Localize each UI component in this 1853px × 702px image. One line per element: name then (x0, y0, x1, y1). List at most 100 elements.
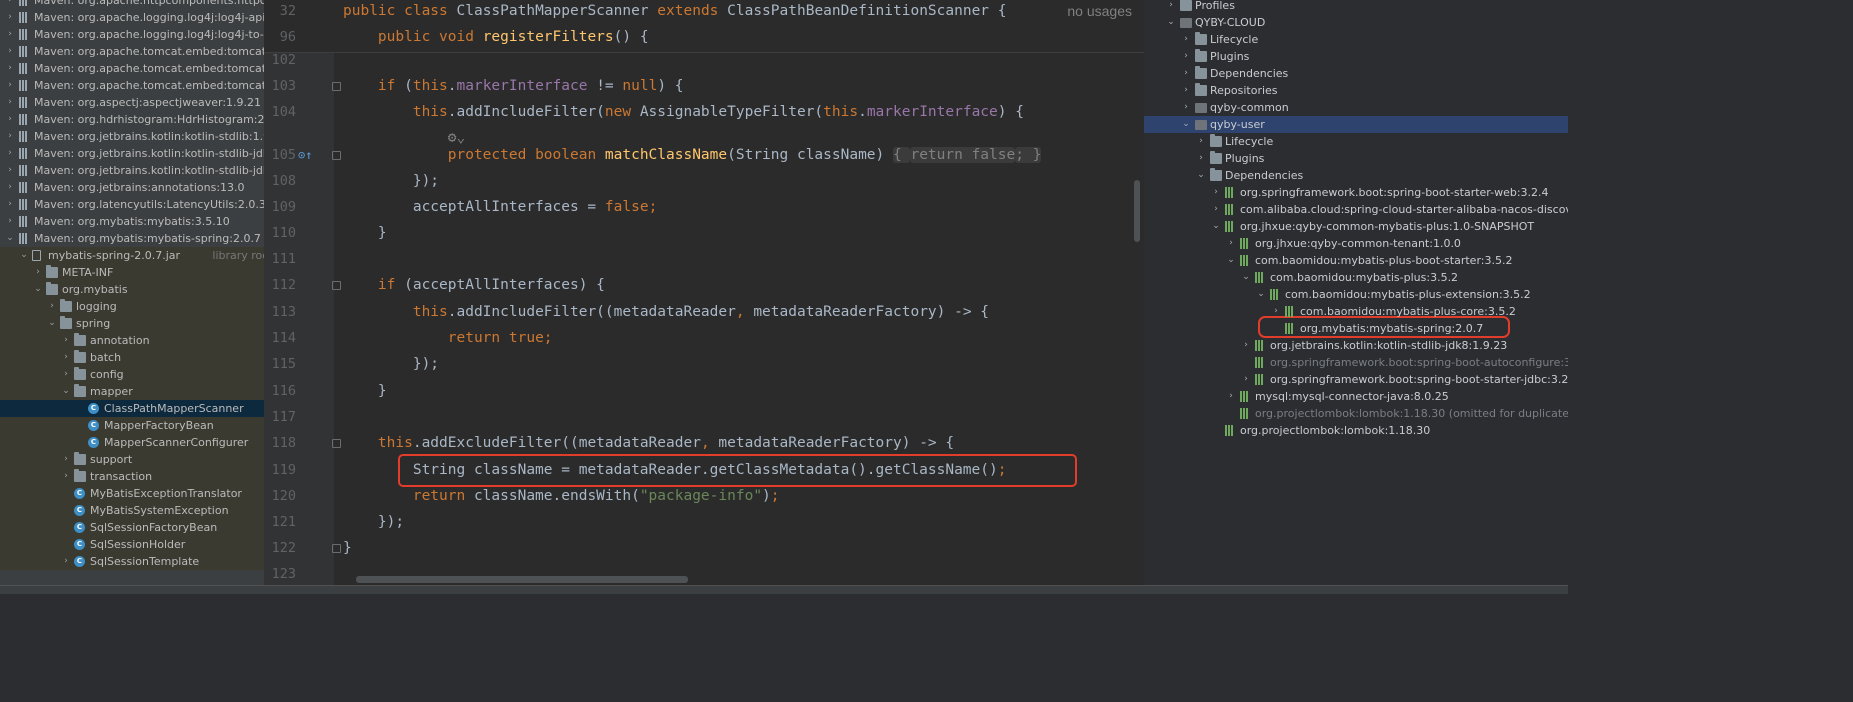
chevron-right-icon[interactable]: › (4, 0, 16, 9)
chevron-down-icon[interactable]: ⌄ (1180, 116, 1192, 133)
tree-row[interactable]: › Maven: org.latencyutils:LatencyUtils:2.… (0, 196, 264, 213)
maven-tree-row[interactable]: › Lifecycle (1144, 133, 1568, 150)
tree-row[interactable]: › META-INF (0, 264, 264, 281)
chevron-right-icon[interactable]: › (32, 264, 44, 281)
maven-tree-row[interactable]: › Plugins (1144, 48, 1568, 65)
tree-row[interactable]: C SqlSessionHolder (0, 536, 264, 553)
tree-row[interactable]: › support (0, 451, 264, 468)
tree-row[interactable]: › transaction (0, 468, 264, 485)
maven-tree-row[interactable]: › org.springframework.boot:spring-boot-st… (1144, 184, 1568, 201)
chevron-right-icon[interactable]: › (4, 43, 16, 60)
chevron-right-icon[interactable]: › (60, 468, 72, 485)
horizontal-scrollbar[interactable] (356, 576, 688, 583)
chevron-right-icon[interactable]: › (1180, 82, 1192, 99)
chevron-down-icon[interactable]: ⌄ (32, 281, 44, 298)
fold-marker-icon[interactable] (332, 544, 341, 553)
chevron-right-icon[interactable]: › (46, 298, 58, 315)
chevron-right-icon[interactable]: › (4, 26, 16, 43)
tree-row[interactable]: › C SqlSessionTemplate (0, 553, 264, 570)
chevron-down-icon[interactable]: ⌄ (1240, 269, 1252, 286)
chevron-down-icon[interactable]: ⌄ (46, 315, 58, 332)
maven-tree-row[interactable]: org.projectlombok:lombok:1.18.30 (1144, 422, 1568, 439)
tree-row[interactable]: C SqlSessionFactoryBean (0, 519, 264, 536)
fold-marker-icon[interactable] (332, 151, 341, 160)
chevron-right-icon[interactable]: › (60, 451, 72, 468)
tree-row[interactable]: ⌄ spring (0, 315, 264, 332)
chevron-down-icon[interactable]: ⌄ (1195, 167, 1207, 184)
chevron-down-icon[interactable]: ⌄ (1255, 286, 1267, 303)
tree-row[interactable]: › Maven: org.jetbrains.kotlin:kotlin-stdl… (0, 128, 264, 145)
tree-row[interactable]: › Maven: org.apache.httpcomponents:httpco… (0, 0, 264, 9)
tree-row[interactable]: › Maven: org.apache.tomcat.embed:tomcat-e… (0, 77, 264, 94)
chevron-right-icon[interactable]: › (4, 60, 16, 77)
chevron-right-icon[interactable]: › (60, 553, 72, 570)
code-editor[interactable]: 102 103 if (this.markerInterface != null)… (264, 0, 1144, 585)
chevron-right-icon[interactable]: › (4, 162, 16, 179)
chevron-right-icon[interactable]: › (4, 196, 16, 213)
maven-tree-row[interactable]: › Profiles (1144, 0, 1568, 14)
maven-tree-row[interactable]: › com.baomidou:mybatis-plus-core:3.5.2 (1144, 303, 1568, 320)
chevron-right-icon[interactable]: › (4, 128, 16, 145)
chevron-right-icon[interactable]: › (60, 366, 72, 383)
maven-tree-row[interactable]: ⌄ com.baomidou:mybatis-plus-boot-starter:… (1144, 252, 1568, 269)
chevron-right-icon[interactable]: › (4, 9, 16, 26)
chevron-right-icon[interactable]: › (1180, 99, 1192, 116)
maven-tree-row[interactable]: ⌄ QYBY-CLOUD (1144, 14, 1568, 31)
chevron-right-icon[interactable]: › (4, 179, 16, 196)
chevron-right-icon[interactable]: › (1240, 337, 1252, 354)
maven-tree-row[interactable]: › com.alibaba.cloud:spring-cloud-starter-… (1144, 201, 1568, 218)
tree-row[interactable]: ⌄ org.mybatis (0, 281, 264, 298)
maven-tree-row[interactable]: org.projectlombok:lombok:1.18.30 (omitte… (1144, 405, 1568, 422)
tree-row[interactable]: › config (0, 366, 264, 383)
folded-region-inlay[interactable]: { (893, 147, 911, 163)
maven-tree-row[interactable]: › Lifecycle (1144, 31, 1568, 48)
chevron-down-icon[interactable]: ⌄ (18, 247, 30, 264)
maven-tree-row[interactable]: › Repositories (1144, 82, 1568, 99)
chevron-right-icon[interactable]: › (4, 111, 16, 128)
tree-row[interactable]: ⌄ mapper (0, 383, 264, 400)
maven-tree-row[interactable]: › Dependencies (1144, 65, 1568, 82)
maven-tree-row[interactable]: ⌄ com.baomidou:mybatis-plus:3.5.2 (1144, 269, 1568, 286)
chevron-right-icon[interactable]: › (1195, 133, 1207, 150)
override-gutter-icon[interactable]: ⊙↑ (298, 142, 312, 168)
maven-tree-row[interactable]: › Plugins (1144, 150, 1568, 167)
tree-row[interactable]: › Maven: org.aspectj:aspectjweaver:1.9.21 (0, 94, 264, 111)
maven-tree-row[interactable]: org.mybatis:mybatis-spring:2.0.7 (1144, 320, 1568, 337)
tree-row[interactable]: › batch (0, 349, 264, 366)
tree-row[interactable]: › annotation (0, 332, 264, 349)
tree-row[interactable]: › Maven: org.hdrhistogram:HdrHistogram:2.… (0, 111, 264, 128)
maven-tree-row[interactable]: › qyby-common (1144, 99, 1568, 116)
maven-tool-panel[interactable]: › Profiles ⌄ QYBY-CLOUD › Lifecycle › Plugins › D… (1144, 0, 1568, 585)
maven-tree-row[interactable]: org.springframework.boot:spring-boot-aut… (1144, 354, 1568, 371)
chevron-down-icon[interactable]: ⌄ (1210, 218, 1222, 235)
chevron-right-icon[interactable]: › (4, 77, 16, 94)
tree-row[interactable]: › Maven: org.jetbrains.kotlin:kotlin-stdl… (0, 145, 264, 162)
chevron-down-icon[interactable]: ⌄ (1165, 14, 1177, 31)
chevron-right-icon[interactable]: › (1225, 235, 1237, 252)
tree-row[interactable]: › Maven: org.jetbrains:annotations:13.0 (0, 179, 264, 196)
chevron-right-icon[interactable]: › (1180, 65, 1192, 82)
fold-marker-icon[interactable] (332, 281, 341, 290)
maven-tree-row[interactable]: ⌄ com.baomidou:mybatis-plus-extension:3.5… (1144, 286, 1568, 303)
tree-row[interactable]: ⌄ Maven: org.mybatis:mybatis-spring:2.0.7 (0, 230, 264, 247)
chevron-down-icon[interactable]: ⌄ (1225, 252, 1237, 269)
chevron-right-icon[interactable]: › (1270, 303, 1282, 320)
tree-row[interactable]: › Maven: org.apache.logging.log4j:log4j-a… (0, 9, 264, 26)
tree-row[interactable]: C ClassPathMapperScanner (0, 400, 264, 417)
vertical-scrollbar[interactable] (1134, 180, 1140, 242)
maven-tree-row[interactable]: ⌄ qyby-user (1144, 116, 1568, 133)
maven-tree-row[interactable]: › org.jhxue:qyby-common-tenant:1.0.0 (1144, 235, 1568, 252)
chevron-down-icon[interactable]: ⌄ (60, 383, 72, 400)
chevron-right-icon[interactable]: › (60, 332, 72, 349)
tree-row[interactable]: C MapperScannerConfigurer (0, 434, 264, 451)
chevron-down-icon[interactable]: ⌄ (4, 230, 16, 247)
fold-marker-icon[interactable] (332, 439, 341, 448)
fold-marker-icon[interactable] (332, 82, 341, 91)
tree-row[interactable]: ⌄ mybatis-spring-2.0.7.jar library root (0, 247, 264, 264)
folded-region-inlay[interactable]: return false (910, 147, 1016, 163)
tree-row[interactable]: C MyBatisSystemException (0, 502, 264, 519)
chevron-right-icon[interactable]: › (4, 94, 16, 111)
chevron-right-icon[interactable]: › (1195, 150, 1207, 167)
chevron-right-icon[interactable]: › (1180, 48, 1192, 65)
chevron-right-icon[interactable]: › (1225, 388, 1237, 405)
